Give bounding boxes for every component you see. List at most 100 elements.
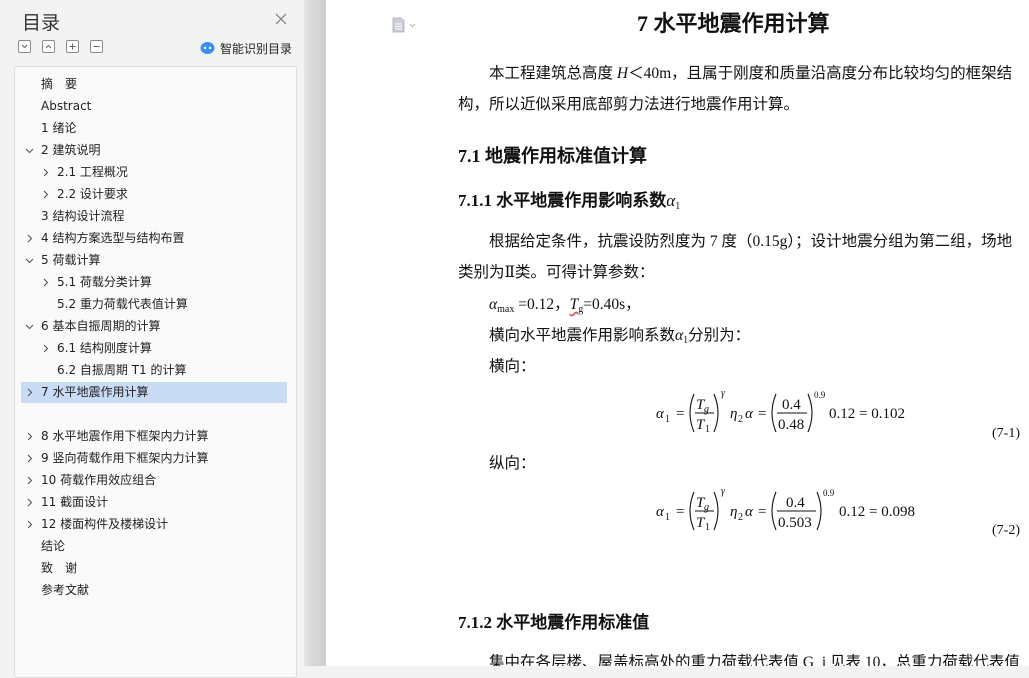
svg-text:=: = [758, 504, 766, 520]
toc-item-label: 2.1 工程概况 [57, 165, 128, 179]
chapter-title: 7 水平地震作用计算 [637, 11, 830, 36]
intro-line-2: 构，所以近似采用底部剪力法进行地震作用计算。 [458, 96, 800, 113]
toc-item[interactable]: 5 荷载计算 [21, 250, 287, 271]
svg-text:α: α [656, 504, 665, 520]
panel-divider[interactable] [304, 0, 326, 666]
chevron-right-icon[interactable] [25, 520, 34, 529]
chevron-down-icon[interactable] [25, 256, 34, 265]
smart-toc-button[interactable]: 智能识别目录 [200, 40, 292, 56]
toc-title: 目录 [22, 12, 61, 34]
toc-item-label: 结论 [41, 539, 66, 553]
eq1-numerator: 0.4 [782, 397, 801, 413]
chevron-right-icon[interactable] [25, 388, 34, 397]
toc-item-label: Abstract [41, 99, 92, 113]
toc-item[interactable]: 12 楼面构件及楼梯设计 [21, 514, 287, 535]
equation-7-2: α1 = Tg T1 γ η2 α = 0.4 0.503 0.9 0.12 =… [656, 486, 915, 533]
toc-item-label: 9 竖向荷载作用下框架内力计算 [41, 451, 209, 465]
bottom-line-partial: 集中在各层楼、屋盖标高处的重力荷载代表值 G_i 见表 10，总重力荷载代表值 [489, 654, 1020, 666]
toc-item-label: 12 楼面构件及楼梯设计 [41, 517, 169, 531]
toc-item[interactable]: 2 建筑说明 [21, 140, 287, 161]
svg-text:1: 1 [665, 512, 670, 523]
toc-item-label: 2 建筑说明 [41, 143, 101, 157]
svg-text:=: = [758, 406, 766, 422]
svg-text:1: 1 [705, 424, 710, 435]
toc-item[interactable]: 4 结构方案选型与结构布置 [21, 228, 287, 249]
params-values: αmax =0.12，Tg=0.40s， [489, 296, 641, 315]
toc-item[interactable]: 2.1 工程概况 [21, 162, 287, 183]
add-heading-icon[interactable] [66, 40, 79, 53]
eq1-exponent: 0.9 [814, 390, 826, 400]
coef-line: 横向水平地震作用影响系数α1分别为： [489, 327, 751, 346]
chevron-right-icon[interactable] [41, 278, 50, 287]
chevron-right-icon[interactable] [41, 344, 50, 353]
svg-text:=: = [676, 406, 684, 422]
toc-item-label: 参考文献 [41, 583, 90, 597]
toc-item[interactable]: 结论 [21, 536, 287, 557]
collapse-all-icon[interactable] [18, 40, 31, 53]
toc-item[interactable]: 5.1 荷载分类计算 [21, 272, 287, 293]
toc-item[interactable]: 1 绪论 [21, 118, 287, 139]
transverse-label: 横向： [489, 358, 536, 375]
section-heading-7-1: 7.1 地震作用标准值计算 [458, 146, 647, 166]
toc-item-label: 1 绪论 [41, 121, 77, 135]
toc-item[interactable]: 5.2 重力荷载代表值计算 [21, 294, 287, 315]
svg-text:η: η [730, 406, 737, 422]
toc-item-label: 摘 要 [41, 77, 78, 91]
toc-item[interactable]: 6.2 自振周期 T1 的计算 [21, 360, 287, 381]
svg-text:1: 1 [665, 414, 670, 425]
toc-item-label: 7 水平地震作用计算 [41, 385, 149, 399]
smart-toc-label: 智能识别目录 [220, 41, 293, 56]
chevron-right-icon[interactable] [25, 476, 34, 485]
toc-item[interactable]: Abstract [21, 96, 287, 117]
expand-up-icon[interactable] [42, 40, 55, 53]
svg-text:γ: γ [721, 388, 726, 399]
toc-list: 摘 要 Abstract 1 绪论 2 建筑说明 2.1 工程概况 2.2 设计要求 3 结… [14, 66, 297, 678]
toc-item[interactable]: 8 水平地震作用下框架内力计算 [21, 426, 287, 447]
equation-number-1: (7-1) [992, 426, 1020, 441]
toc-item[interactable]: 摘 要 [21, 74, 287, 95]
close-icon[interactable] [273, 11, 289, 27]
equation-7-1: α1 = Tg T1 γ η2 α = 0.4 0.48 0.9 0.12 = … [656, 388, 905, 435]
document-icon[interactable] [392, 17, 418, 38]
toc-item-label: 3 结构设计流程 [41, 209, 125, 223]
eq2-result: 0.12 = 0.098 [839, 504, 915, 520]
params-line-2: 类别为Ⅱ类。可得计算参数： [458, 264, 655, 281]
params-line-1: 根据给定条件，抗震设防烈度为 7 度（0.15g）；设计地震分组为第二组，场地 [489, 233, 1013, 250]
toc-item[interactable]: 10 荷载作用效应组合 [21, 470, 287, 491]
svg-text:α: α [745, 406, 754, 422]
remove-heading-icon[interactable] [90, 40, 103, 53]
toc-sidebar: 目录 智能识别目录 摘 要 Abstract 1 绪论 2 建筑说明 2.1 工程概况 2… [0, 0, 304, 678]
toc-item-label: 8 水平地震作用下框架内力计算 [41, 429, 209, 443]
toc-item[interactable]: 7 水平地震作用计算 [21, 382, 287, 403]
longitudinal-label: 纵向： [489, 455, 536, 472]
chevron-right-icon[interactable] [41, 190, 50, 199]
toc-item[interactable]: 11 截面设计 [21, 492, 287, 513]
eq1-denominator: 0.48 [778, 417, 804, 433]
svg-text:α: α [745, 504, 754, 520]
svg-text:1: 1 [705, 522, 710, 533]
toc-item[interactable]: 9 竖向荷载作用下框架内力计算 [21, 448, 287, 469]
ai-cloud-icon [200, 42, 215, 54]
section-heading-7-1-2: 7.1.2 水平地震作用标准值 [458, 613, 650, 632]
chevron-right-icon[interactable] [25, 432, 34, 441]
toc-item-label: 6 基本自振周期的计算 [41, 319, 161, 333]
toc-item-label: 5.1 荷载分类计算 [57, 275, 152, 289]
toc-item[interactable]: 致 谢 [21, 558, 287, 579]
eq1-result: 0.12 = 0.102 [829, 406, 905, 422]
toc-item[interactable]: 3 结构设计流程 [21, 206, 287, 227]
toc-item-label: 6.1 结构刚度计算 [57, 341, 152, 355]
toc-item-label: 5 荷载计算 [41, 253, 101, 267]
chevron-down-icon[interactable] [25, 146, 34, 155]
toc-item[interactable]: 2.2 设计要求 [21, 184, 287, 205]
chevron-down-icon[interactable] [25, 322, 34, 331]
toc-item[interactable]: 6 基本自振周期的计算 [21, 316, 287, 337]
chevron-right-icon[interactable] [41, 168, 50, 177]
chevron-right-icon[interactable] [25, 498, 34, 507]
toc-item-label: 2.2 设计要求 [57, 187, 128, 201]
toc-item[interactable]: 参考文献 [21, 580, 287, 601]
chevron-right-icon[interactable] [25, 454, 34, 463]
toc-item-label: 5.2 重力荷载代表值计算 [57, 297, 188, 311]
chevron-right-icon[interactable] [25, 234, 34, 243]
toc-item[interactable]: 6.1 结构刚度计算 [21, 338, 287, 359]
equation-number-2: (7-2) [992, 523, 1020, 538]
